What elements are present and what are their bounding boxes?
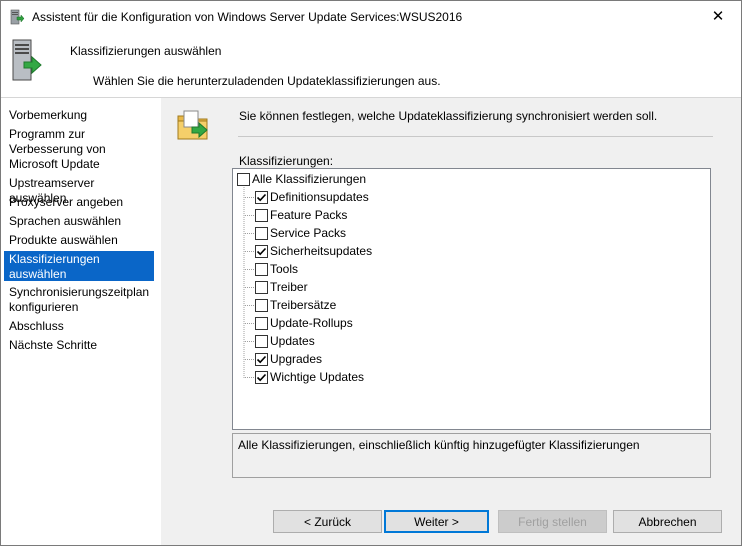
window-title: Assistent für die Konfiguration von Wind… [32, 10, 463, 24]
tree-branch-line [245, 358, 254, 360]
tree-item[interactable]: Update-Rollups [245, 314, 353, 332]
nav-item-label: Abschluss [9, 319, 64, 333]
tree-branch-line [245, 340, 254, 342]
checkbox[interactable] [255, 208, 268, 222]
tree-branch-line [245, 286, 254, 288]
wizard-window: Assistent für die Konfiguration von Wind… [0, 0, 742, 546]
checkmark-icon [256, 373, 267, 381]
description-text: Alle Klassifizierungen, einschließlich k… [238, 438, 640, 452]
tree-item-label: Update-Rollups [270, 316, 353, 330]
tree-item-label: Treiber [270, 280, 308, 294]
nav-item-proxyserver[interactable]: Proxyserver angeben [4, 194, 154, 211]
tree-item-label: Wichtige Updates [270, 370, 365, 384]
tree-item-root[interactable]: Alle Klassifizierungen [237, 170, 366, 188]
classifications-label: Klassifizierungen: [239, 154, 334, 168]
tree-branch-line [245, 376, 254, 378]
checkbox[interactable] [255, 190, 268, 204]
close-icon: ✕ [711, 8, 725, 25]
tree-item-label: Service Packs [270, 226, 347, 240]
nav-item-label: Sprachen auswählen [9, 214, 122, 228]
wsus-app-icon [10, 9, 25, 25]
tree-item-label: Upgrades [270, 352, 323, 366]
nav-item-sprachen[interactable]: Sprachen auswählen [4, 213, 154, 230]
checkbox[interactable] [255, 244, 268, 258]
tree-item-label: Treibersätze [270, 298, 337, 312]
nav-item-label: Klassifizierungen auswählen [9, 252, 100, 281]
nav-item-label: Programm zur Verbesserung von Microsoft … [9, 127, 106, 171]
tree-item[interactable]: Sicherheitsupdates [245, 242, 372, 260]
tree-item[interactable]: Treiber [245, 278, 308, 296]
checkbox[interactable] [237, 172, 250, 186]
tree-item[interactable]: Treibersätze [245, 296, 336, 314]
tree-item[interactable]: Tools [245, 260, 298, 278]
folder-update-icon [177, 110, 208, 140]
wizard-steps-nav: Vorbemerkung Programm zur Verbesserung v… [1, 98, 161, 545]
checkbox[interactable] [255, 316, 268, 330]
tree-item[interactable]: Updates [245, 332, 315, 350]
back-button[interactable]: < Zurück [273, 510, 382, 533]
content-pane: Sie können festlegen, welche Updateklass… [162, 98, 741, 545]
checkbox[interactable] [255, 226, 268, 240]
nav-item-label: Nächste Schritte [9, 338, 98, 352]
tree-item-label: Updates [270, 334, 315, 348]
checkbox[interactable] [255, 280, 268, 294]
nav-item-label: Proxyserver angeben [9, 195, 124, 209]
tree-branch-line [245, 304, 254, 306]
next-button[interactable]: Weiter > [384, 510, 489, 533]
checkbox[interactable] [255, 334, 268, 348]
nav-item-synchronisierungszeitplan[interactable]: Synchronisierungszeitplan konfigurieren [4, 284, 164, 316]
nav-item-label: Produkte auswählen [9, 233, 118, 247]
tree-item[interactable]: Definitionsupdates [245, 188, 369, 206]
wizard-header: Klassifizierungen auswählen Wählen Sie d… [1, 32, 741, 98]
page-description: Wählen Sie die herunterzuladenden Update… [93, 74, 441, 88]
title-bar: Assistent für die Konfiguration von Wind… [1, 1, 741, 32]
finish-button[interactable]: Fertig stellen [498, 510, 607, 533]
classifications-tree[interactable]: Alle Klassifizierungen Definitionsupdates… [232, 168, 711, 430]
nav-item-vorbemerkung[interactable]: Vorbemerkung [4, 107, 154, 124]
nav-item-label: Vorbemerkung [9, 108, 88, 122]
tree-item[interactable]: Service Packs [245, 224, 346, 242]
tree-branch-line [245, 268, 254, 270]
checkbox[interactable] [255, 298, 268, 312]
checkmark-icon [256, 355, 267, 363]
tree-item[interactable]: Wichtige Updates [245, 368, 364, 386]
checkmark-icon [256, 193, 267, 201]
tree-branch-line [245, 214, 254, 216]
tree-item-label: Definitionsupdates [270, 190, 369, 204]
cancel-button[interactable]: Abbrechen [613, 510, 722, 533]
classification-description: Alle Klassifizierungen, einschließlich k… [232, 433, 711, 478]
nav-item-abschluss[interactable]: Abschluss [4, 318, 154, 335]
nav-item-produkte[interactable]: Produkte auswählen [4, 232, 154, 249]
tree-item-label: Tools [270, 262, 299, 276]
checkbox[interactable] [255, 262, 268, 276]
checkbox[interactable] [255, 352, 268, 366]
checkbox[interactable] [255, 370, 268, 384]
nav-item-klassifizierungen[interactable]: Klassifizierungen auswählen [4, 251, 154, 281]
tree-item-label: Alle Klassifizierungen [252, 172, 367, 186]
page-title: Klassifizierungen auswählen [70, 44, 222, 58]
separator [238, 136, 713, 137]
checkmark-icon [256, 247, 267, 255]
server-update-icon [12, 39, 42, 81]
tree-item-label: Sicherheitsupdates [270, 244, 373, 258]
nav-item-naechste-schritte[interactable]: Nächste Schritte [4, 337, 154, 354]
tree-item[interactable]: Upgrades [245, 350, 322, 368]
tree-branch-line [245, 322, 254, 324]
tree-branch-line [245, 232, 254, 234]
tree-item[interactable]: Feature Packs [245, 206, 347, 224]
nav-item-label: Synchronisierungszeitplan konfigurieren [9, 285, 150, 314]
close-button[interactable]: ✕ [695, 1, 741, 31]
intro-text: Sie können festlegen, welche Updateklass… [239, 109, 658, 123]
nav-item-programm[interactable]: Programm zur Verbesserung von Microsoft … [4, 126, 124, 173]
tree-item-label: Feature Packs [270, 208, 348, 222]
tree-branch-line [245, 196, 254, 198]
tree-branch-line [245, 250, 254, 252]
